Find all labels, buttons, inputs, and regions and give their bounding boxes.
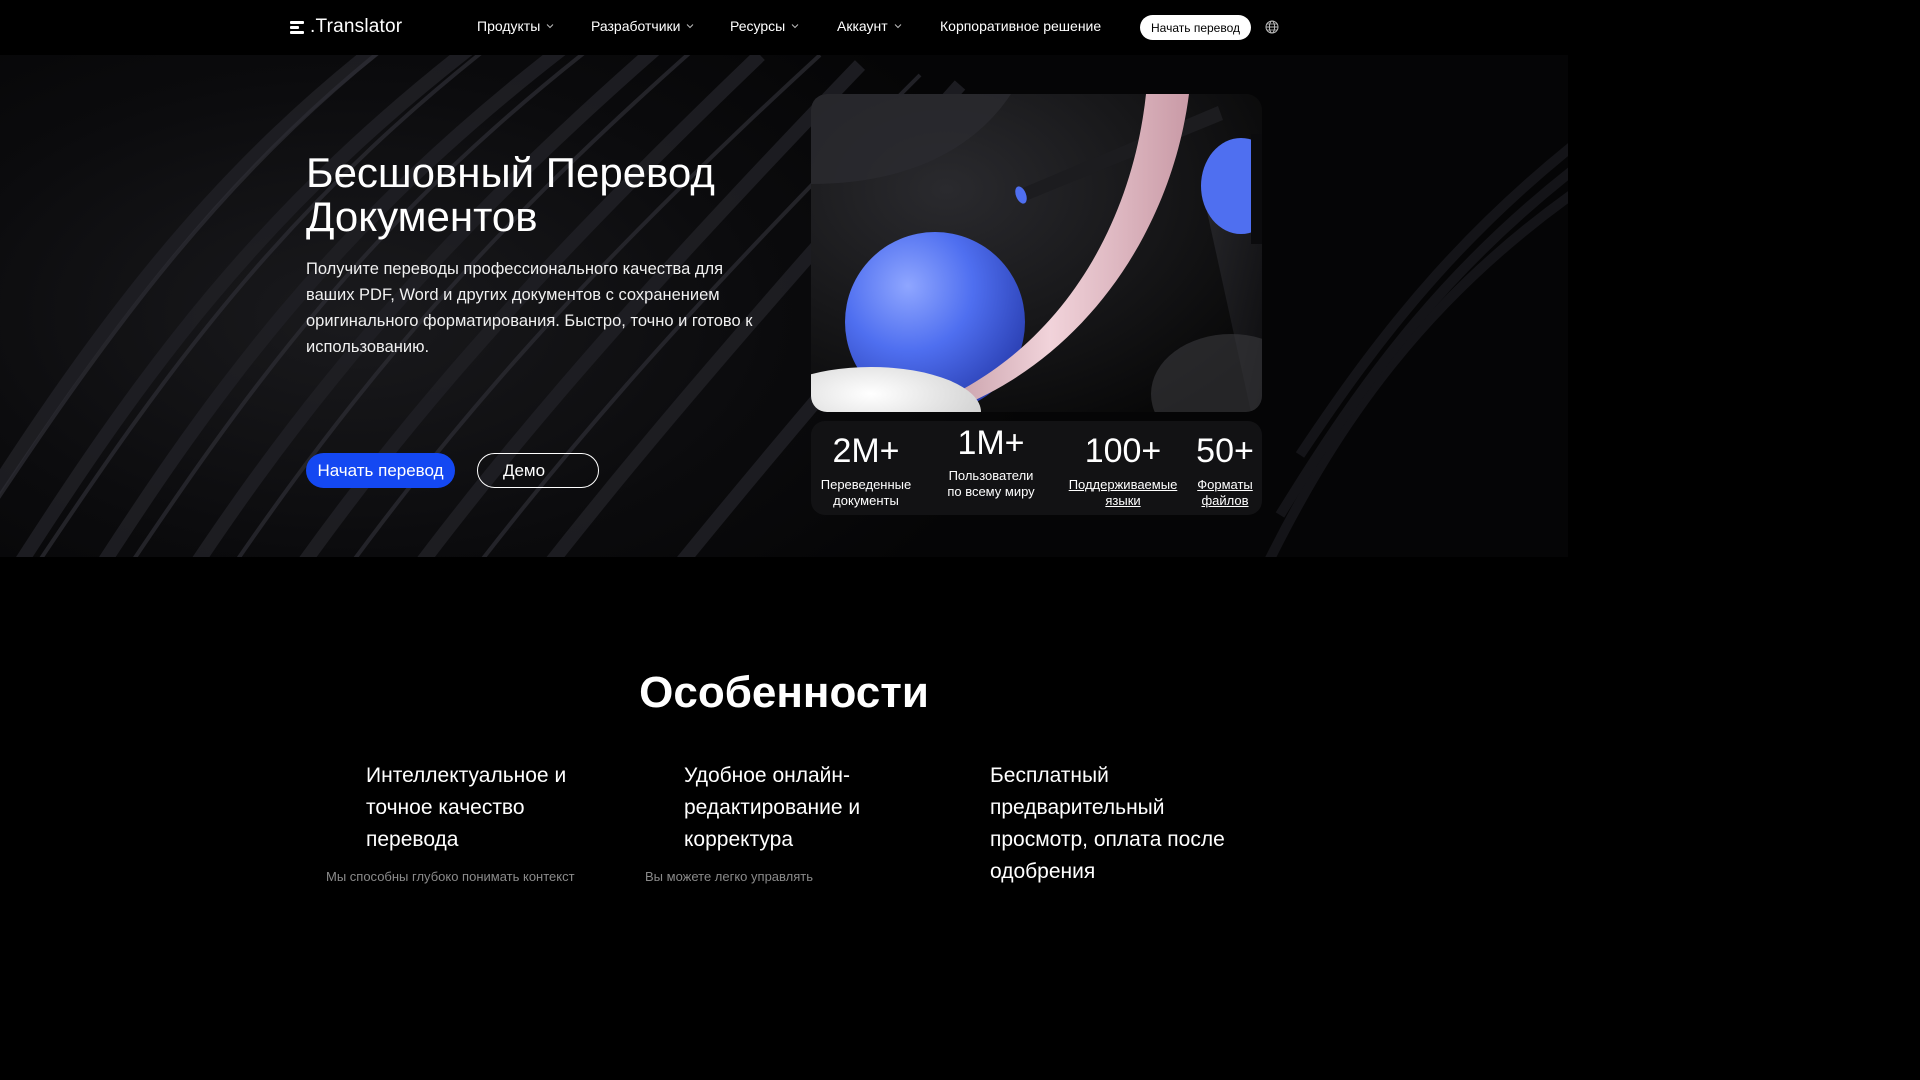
stat-file-formats[interactable]: 50+ Форматы файлов bbox=[1193, 433, 1257, 509]
nav-item-products[interactable]: Продукты bbox=[477, 18, 554, 34]
start-translation-button[interactable]: Начать перевод bbox=[306, 453, 455, 488]
nav-item-label: Корпоративное решение bbox=[940, 18, 1102, 34]
logo-icon bbox=[290, 19, 306, 35]
nav-item-account[interactable]: Аккаунт bbox=[837, 18, 902, 34]
supported-languages-link[interactable]: Поддерживаемые языки bbox=[1065, 477, 1181, 509]
feature-description-quality: Мы способны глубоко понимать контекст bbox=[326, 869, 575, 884]
logo-text: .Translator bbox=[310, 16, 403, 37]
nav-item-developers[interactable]: Разработчики bbox=[591, 18, 694, 34]
feature-title-editing: Удобное онлайн-редактирование и корректу… bbox=[684, 764, 861, 851]
globe-icon[interactable] bbox=[1265, 20, 1279, 34]
stat-users: 1M+ Пользователи по всему миру bbox=[941, 425, 1041, 500]
nav-item-enterprise[interactable]: Корпоративное решение bbox=[940, 18, 1101, 34]
abstract-3d-artwork bbox=[811, 94, 1262, 412]
hero-section: Бесшовный Перевод Документов Получите пе… bbox=[0, 55, 1568, 557]
hero-title: Бесшовный Перевод Документов bbox=[306, 149, 715, 240]
chevron-down-icon bbox=[894, 24, 902, 29]
stat-value: 2M+ bbox=[832, 432, 900, 470]
top-navigation: .Translator Продукты Разработчики Ресурс… bbox=[0, 0, 1568, 55]
stat-label: Пользователи по всему миру bbox=[947, 468, 1035, 499]
logo[interactable]: .Translator bbox=[290, 15, 402, 39]
nav-item-label: Разработчики bbox=[591, 18, 681, 34]
hero-illustration bbox=[811, 94, 1262, 412]
nav-item-label: Продукты bbox=[477, 18, 541, 34]
stat-documents: 2M+ Переведенные документы bbox=[811, 433, 921, 509]
stats-panel: 2M+ Переведенные документы 1M+ Пользоват… bbox=[811, 421, 1262, 515]
hero-background-art bbox=[0, 55, 1568, 557]
chevron-down-icon bbox=[546, 24, 554, 29]
chevron-down-icon bbox=[791, 24, 799, 29]
nav-item-label: Ресурсы bbox=[730, 18, 786, 34]
nav-start-translation-button[interactable]: Начать перевод bbox=[1140, 15, 1251, 40]
stat-label: Переведенные документы bbox=[820, 477, 912, 508]
features-title: Особенности bbox=[639, 668, 929, 717]
stat-languages[interactable]: 100+ Поддерживаемые языки bbox=[1065, 433, 1181, 509]
hero-description: Получите переводы профессионального каче… bbox=[306, 260, 753, 356]
stat-value: 1M+ bbox=[957, 424, 1025, 462]
feature-description-editing: Вы можете легко управлять bbox=[645, 869, 813, 884]
stat-value: 100+ bbox=[1084, 432, 1162, 470]
nav-item-label: Аккаунт bbox=[837, 18, 888, 34]
feature-title-preview: Бесплатный предварительный просмотр, опл… bbox=[990, 764, 1225, 883]
demo-button[interactable]: Демо bbox=[477, 453, 599, 488]
nav-item-resources[interactable]: Ресурсы bbox=[730, 18, 799, 34]
feature-title-quality: Интеллектуальное и точное качество перев… bbox=[366, 764, 567, 851]
file-formats-link[interactable]: Форматы файлов bbox=[1193, 477, 1257, 509]
chevron-down-icon bbox=[687, 24, 694, 29]
stat-value: 50+ bbox=[1196, 432, 1254, 470]
